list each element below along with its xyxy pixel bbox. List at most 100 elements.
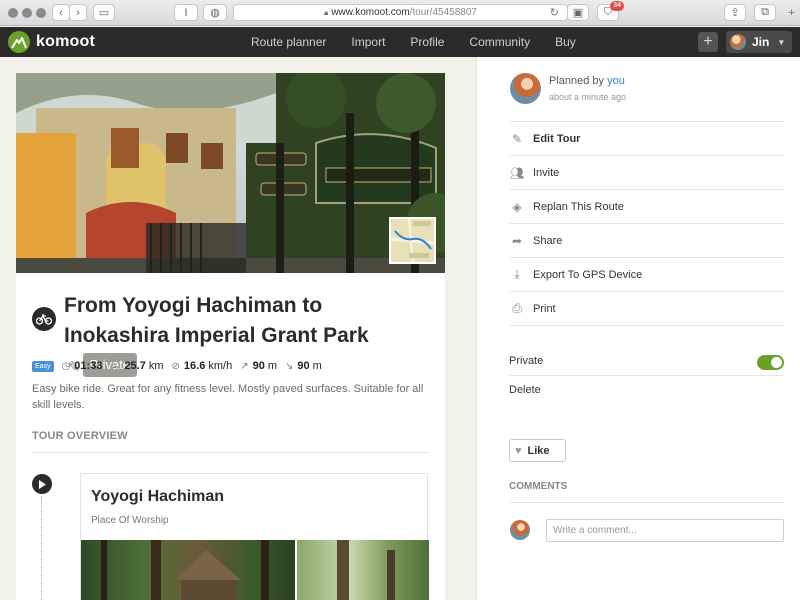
delete-button[interactable]: Delete	[509, 384, 541, 396]
reload-icon[interactable]: ↻	[550, 6, 559, 19]
duration-value: 01:33	[74, 360, 103, 372]
share-button[interactable]: ➦ Share	[509, 223, 784, 257]
edit-tour-label: Edit Tour	[533, 132, 581, 145]
edit-tour-button[interactable]: ✎ Edit Tour	[509, 121, 784, 155]
nav-buy[interactable]: Buy	[555, 35, 576, 49]
close-window-button[interactable]	[8, 8, 18, 18]
reader-icon[interactable]: I	[174, 4, 198, 21]
invite-button[interactable]: 👥︎ Invite	[509, 155, 784, 189]
brand-name: komoot	[36, 33, 95, 50]
replan-route-button[interactable]: ◈ Replan This Route	[509, 189, 784, 223]
nav-route-planner[interactable]: Route planner	[251, 35, 326, 49]
downhill-arrow-icon: ↘	[285, 360, 294, 372]
invite-label: Invite	[533, 166, 560, 179]
shrine-photo-illustration	[101, 540, 269, 600]
share-browser-icon[interactable]: ⇪	[724, 4, 746, 21]
printer-icon: ⎙	[512, 301, 522, 315]
pencil-icon: ✎	[511, 131, 523, 146]
replan-route-label: Replan This Route	[533, 200, 624, 213]
nav-import[interactable]: Import	[351, 35, 385, 49]
planned-by-label: Planned by	[549, 75, 605, 87]
uphill-value: 90	[252, 360, 265, 372]
lock-icon: 🔒︎	[324, 7, 329, 17]
print-label: Print	[533, 302, 556, 315]
tour-title-text: From Yoyogi Hachiman to Inokashira Imper…	[64, 294, 369, 347]
address-bar[interactable]: 🔒︎ www.komoot.com/tour/45458807 ↻	[233, 4, 568, 21]
private-toggle[interactable]	[757, 355, 784, 370]
chevron-down-icon: ▼	[777, 37, 786, 47]
waypoint-title: Yoyogi Hachiman	[91, 488, 225, 505]
speed-value: 16.6	[183, 360, 206, 372]
export-gps-label: Export To GPS Device	[533, 268, 643, 281]
tour-overview-heading: TOUR OVERVIEW	[32, 430, 128, 442]
browser-toolbar: ‹ › ▭ I ◍ 🔒︎ www.komoot.com/tour/4545880…	[0, 0, 800, 26]
distance-stat: ↔ 25.7 km	[110, 360, 163, 372]
duration-stat: ◷ 01:33	[62, 360, 103, 372]
create-plus-button[interactable]: +	[698, 32, 718, 52]
downhill-unit: m	[312, 360, 322, 372]
export-gps-button[interactable]: ⤓ Export To GPS Device	[509, 257, 784, 291]
planner-avatar[interactable]	[510, 73, 541, 104]
zoom-window-button[interactable]	[36, 8, 46, 18]
nav-community[interactable]: Community	[469, 35, 530, 49]
private-label: Private	[509, 355, 544, 367]
divider	[509, 375, 784, 376]
share-label: Share	[533, 234, 563, 247]
minimize-window-button[interactable]	[22, 8, 32, 18]
distance-unit: km	[148, 360, 164, 372]
like-label: Like	[527, 444, 550, 457]
speed-unit: km/h	[208, 360, 233, 372]
speed-icon: ⊘	[171, 360, 180, 372]
url-domain: www.komoot.com	[331, 7, 410, 18]
waypoint-card[interactable]: Yoyogi Hachiman Place Of Worship	[80, 473, 429, 600]
waypoint-photos	[81, 540, 429, 600]
tour-hero-image[interactable]	[16, 73, 445, 273]
play-icon[interactable]	[32, 474, 52, 494]
waypoint-category: Place Of Worship	[91, 515, 169, 526]
add-people-icon: 👥︎	[509, 165, 525, 180]
app-navbar: komoot Route planner Import Profile Comm…	[0, 27, 800, 57]
sidebar-icon[interactable]: ▭	[93, 4, 115, 21]
clock-icon: ◷	[61, 360, 71, 372]
map-route-icon	[391, 219, 434, 262]
avatar	[730, 34, 746, 50]
planned-timestamp: about a minute ago	[549, 92, 627, 102]
share-arrow-icon: ➦	[511, 233, 523, 248]
difficulty-badge: Easy	[32, 360, 54, 372]
waypoint-photo[interactable]	[81, 540, 295, 600]
distance-value: 25.7	[124, 360, 146, 372]
uphill-stat: ↗ 90 m	[240, 360, 277, 372]
tour-stats: Easy ◷ 01:33 ↔ 25.7 km ⊘ 16.6 km/h ↗ 90 m ↘ 90 m	[32, 358, 330, 374]
uphill-arrow-icon: ↗	[240, 360, 249, 372]
tour-description: Easy bike ride. Great for any fitness le…	[32, 383, 424, 411]
timeline-line	[41, 496, 42, 600]
shield-extension-icon[interactable]: ▣	[567, 4, 589, 21]
divider	[509, 502, 784, 503]
tabs-overview-icon[interactable]: ⧉	[754, 4, 776, 21]
like-button[interactable]: ♥ Like	[509, 439, 566, 462]
mini-map-thumbnail[interactable]	[389, 217, 436, 264]
back-icon[interactable]: ‹	[52, 4, 70, 21]
forward-icon[interactable]: ›	[69, 4, 87, 21]
user-menu-button[interactable]: Jin ▼	[726, 31, 792, 53]
speed-stat: ⊘ 16.6 km/h	[172, 360, 233, 372]
nav-profile[interactable]: Profile	[410, 35, 444, 49]
planner-link[interactable]: you	[607, 75, 625, 87]
forest-photo-illustration	[337, 540, 395, 600]
bicycle-icon	[32, 307, 56, 331]
distance-arrows-icon: ↔	[110, 360, 121, 372]
downhill-value: 90	[297, 360, 310, 372]
divider	[509, 325, 784, 326]
private-setting-row: Private	[509, 347, 784, 375]
brand-logo[interactable]: komoot	[8, 31, 95, 53]
new-tab-icon[interactable]: +	[783, 4, 800, 21]
comment-input[interactable]	[546, 519, 784, 542]
heart-icon: ♥	[515, 444, 522, 457]
uphill-unit: m	[267, 360, 277, 372]
waypoint-photo[interactable]	[297, 540, 429, 600]
directions-icon: ◈	[512, 199, 522, 214]
adblock-extension-icon[interactable]: ⛉ 34	[597, 1, 624, 21]
print-button[interactable]: ⎙ Print	[509, 291, 784, 325]
extension-globe-icon[interactable]: ◍	[203, 4, 227, 21]
avatar	[510, 520, 530, 540]
